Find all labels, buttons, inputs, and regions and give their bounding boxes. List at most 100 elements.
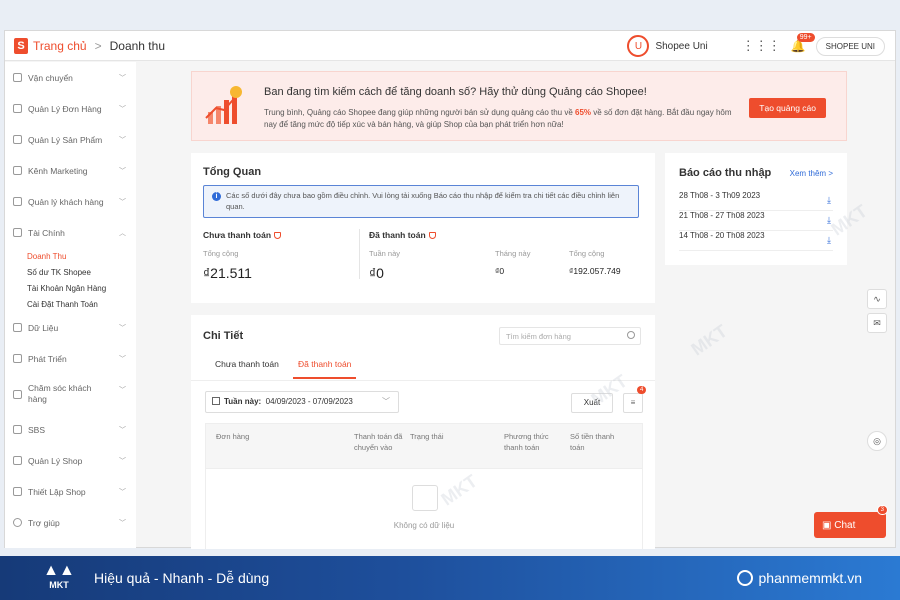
sidebar-item-shipping[interactable]: Vận chuyển ﹀ <box>5 62 136 93</box>
paid-week-label: Tuần này <box>369 249 400 258</box>
notification-badge: 99+ <box>796 33 815 42</box>
top-bar: S Trang chủ > Doanh thu U Shopee Uni ⋮⋮⋮… <box>5 31 895 61</box>
breadcrumb-home[interactable]: Trang chủ <box>33 39 87 53</box>
sidebar-item-shop-settings[interactable]: Thiết Lập Shop ﹀ <box>5 476 136 507</box>
warehouse-icon <box>13 425 22 434</box>
users-icon <box>13 197 22 206</box>
sidebar: Vận chuyển ﹀ Quản Lý Đơn Hàng ﹀ Quản Lý Sả… <box>5 62 136 548</box>
income-report-card: Báo cáo thu nhập Xem thêm > 28 Th08 - 3 … <box>665 153 847 265</box>
sidebar-item-finance[interactable]: Tài Chính ︿ <box>5 217 136 248</box>
chevron-down-icon: ﹀ <box>119 356 126 363</box>
column-header: Phương thức thanh toán <box>504 432 549 452</box>
promo-footer: ▲▲ MKT Hiệu quả - Nhanh - Dễ dùng phanmem… <box>0 556 900 600</box>
sidebar-sub-bank[interactable]: Tài Khoản Ngân Hàng <box>5 280 136 296</box>
banner-text: Trung bình, Quảng cáo Shopee đang giúp n… <box>264 108 732 129</box>
chat-badge: 3 <box>876 505 888 515</box>
shopee-window: S Trang chủ > Doanh thu U Shopee Uni ⋮⋮⋮… <box>4 30 896 549</box>
shopee-uni-label[interactable]: Shopee Uni <box>655 41 707 52</box>
headset-icon[interactable]: ◎ <box>867 431 887 451</box>
report-row: 21 Th08 - 27 Th08 2023 ⤓ <box>679 211 833 231</box>
pulse-chart-icon[interactable]: ∿ <box>867 289 887 309</box>
column-header: Đơn hàng <box>216 432 250 441</box>
shopee-uni-icon[interactable]: U <box>627 35 650 57</box>
shop-account-button[interactable]: SHOPEE UNI <box>815 36 885 56</box>
info-icon: i <box>212 192 221 201</box>
chevron-up-icon: ︿ <box>119 230 126 237</box>
shield-icon <box>274 232 282 239</box>
create-ad-button[interactable]: Tạo quảng cáo <box>749 98 826 118</box>
sidebar-item-sbs[interactable]: SBS ﹀ <box>5 414 136 445</box>
shield-icon <box>428 232 436 239</box>
tag-icon <box>13 166 22 175</box>
chevron-down-icon: ﹀ <box>119 168 126 175</box>
chevron-down-icon: ﹀ <box>119 199 126 206</box>
paid-total-value: ₫192.057.749 <box>569 266 621 276</box>
box-icon <box>13 135 22 144</box>
report-title: Báo cáo thu nhập <box>679 167 772 179</box>
banner-title: Ban đang tìm kiếm cách để tăng doanh số?… <box>264 86 647 98</box>
chevron-down-icon: ﹀ <box>119 427 126 434</box>
empty-state-text: Không có dữ liệu <box>393 521 455 530</box>
footer-slogan: Hiệu quả - Nhanh - Dễ dùng <box>94 570 270 586</box>
shopee-logo[interactable]: S <box>14 37 28 54</box>
detail-title: Chi Tiết <box>203 330 244 342</box>
report-see-more-link[interactable]: Xem thêm > <box>790 169 833 178</box>
sidebar-item-customer-care[interactable]: Chăm sóc khách hàng ﹀ <box>5 374 136 414</box>
chevron-down-icon: ﹀ <box>119 387 126 394</box>
date-range-select[interactable]: Tuần này: 04/09/2023 - 07/09/2023 ﹀ <box>205 391 399 413</box>
paid-week-value: ₫0 <box>369 265 384 281</box>
chevron-down-icon: ﹀ <box>119 106 126 113</box>
report-row: 14 Th08 - 20 Th08 2023 ⤓ <box>679 231 833 251</box>
unpaid-total-value: ₫21.511 <box>203 265 252 281</box>
column-header: Trạng thái <box>410 432 444 441</box>
footer-site: phanmemmkt.vn <box>736 570 862 586</box>
sidebar-sub-balance[interactable]: Số dư TK Shopee <box>5 264 136 280</box>
info-notice: i Các số dưới đây chưa bao gồm điều chỉnh… <box>203 185 639 218</box>
tab-unpaid[interactable]: Chưa thanh toán <box>215 359 279 377</box>
sidebar-item-marketing[interactable]: Kênh Marketing ﹀ <box>5 155 136 186</box>
chevron-down-icon: ﹀ <box>119 325 126 332</box>
sidebar-item-customers[interactable]: Quản lý khách hàng ﹀ <box>5 186 136 217</box>
mail-icon[interactable]: ✉ <box>867 313 887 333</box>
chevron-down-icon: ﹀ <box>119 75 126 82</box>
overview-title: Tổng Quan <box>203 166 262 178</box>
sidebar-item-shop-management[interactable]: Quản Lý Shop ﹀ <box>5 445 136 476</box>
apps-grid-icon[interactable]: ⋮⋮⋮ <box>742 38 781 54</box>
mkt-logo: ▲▲ MKT <box>38 562 80 590</box>
sidebar-sub-revenue[interactable]: Doanh Thu <box>5 248 136 264</box>
export-list-badge: 4 <box>637 386 647 394</box>
wallet-icon <box>13 228 22 237</box>
report-row: 28 Th08 - 3 Th09 2023 ⤓ <box>679 191 833 211</box>
sidebar-item-products[interactable]: Quản Lý Sản Phẩm ﹀ <box>5 124 136 155</box>
chat-button[interactable]: ▣ Chat 3 <box>814 505 888 538</box>
download-icon[interactable]: ⤓ <box>827 195 831 206</box>
empty-box-icon <box>412 485 438 511</box>
order-search-input[interactable]: Tìm kiếm đơn hàng <box>499 327 641 345</box>
paid-month-value: ₫0 <box>495 266 505 276</box>
truck-icon <box>13 73 22 82</box>
chevron-down-icon: ﹀ <box>119 489 126 496</box>
globe-icon <box>736 570 753 586</box>
export-list-button[interactable]: ≡ <box>623 393 643 413</box>
download-icon[interactable]: ⤓ <box>827 235 831 246</box>
gear-icon <box>13 487 22 496</box>
tab-paid[interactable]: Đã thanh toán <box>293 359 357 379</box>
search-icon <box>627 331 635 339</box>
sidebar-sub-payment-settings[interactable]: Cài Đặt Thanh Toán <box>5 296 136 312</box>
chevron-down-icon: ﹀ <box>119 137 126 144</box>
overview-card: Tổng Quan i Các số dưới đây chưa bao gồm … <box>191 153 655 303</box>
chart-icon <box>13 323 22 332</box>
column-header: Số tiền thanh toán <box>570 432 615 452</box>
chat-icon: ▣ <box>822 519 835 531</box>
unpaid-total-label: Tổng cộng <box>203 249 239 258</box>
growth-chart-icon <box>205 86 242 124</box>
sidebar-item-data[interactable]: Dữ Liệu ﹀ <box>5 312 136 343</box>
shop-icon <box>13 456 22 465</box>
bulb-icon <box>13 354 22 363</box>
notification-bell-icon[interactable]: 🔔 99+ <box>791 33 815 53</box>
detail-card: Chi Tiết Tìm kiếm đơn hàng Chưa thanh to… <box>191 315 655 549</box>
chevron-down-icon: ﹀ <box>119 458 126 465</box>
sidebar-item-help[interactable]: Trợ giúp ﹀ <box>5 507 136 538</box>
sidebar-item-growth[interactable]: Phát Triển ﹀ <box>5 343 136 374</box>
sidebar-item-orders[interactable]: Quản Lý Đơn Hàng ﹀ <box>5 93 136 124</box>
